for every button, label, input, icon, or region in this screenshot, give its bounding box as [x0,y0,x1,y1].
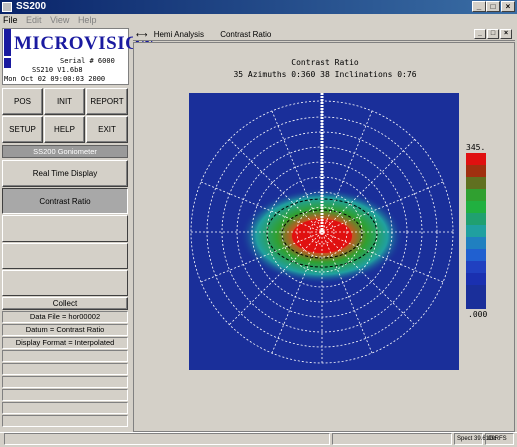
menu-view[interactable]: View [47,14,72,27]
colorbar-max-label: 345. [466,143,486,152]
menu-file[interactable]: File [0,14,21,27]
maximize-button[interactable]: □ [486,1,500,12]
pos-button[interactable]: POS [2,88,43,115]
collect-button[interactable]: Collect [2,297,128,310]
empty-slot [2,243,128,269]
child-close-button[interactable]: × [500,29,512,39]
colorbar-min-label: .000 [468,310,488,319]
heatmap-core [292,219,352,253]
menu-edit[interactable]: Edit [23,14,45,27]
logo-mark-small [4,58,11,68]
status-cell-main [4,433,330,445]
metric-title: Contrast Ratio [220,30,272,39]
chart-title: Contrast Ratio [291,58,359,67]
report-button[interactable]: REPORT [86,88,128,115]
display-format-label: Display Format = Interpolated [2,337,128,349]
extra-status: 09RFS [485,433,514,445]
date-text: Mon Oct 02 09:00:03 2000 [4,75,106,83]
child-window-titlebar: ⟷ Hemi Analysis Contrast Ratio [133,28,515,41]
chart-subtitle: 35 Azimuths 0:360 38 Inclinations 0:76 [233,70,417,79]
spect-status: Spect 39.61Dc [454,433,496,445]
child-maximize-button[interactable]: □ [487,29,499,39]
polar-heatmap [189,93,486,370]
close-button[interactable]: × [501,1,515,12]
child-window-icon: ⟷ [136,30,148,39]
help-button[interactable]: HELP [44,116,85,143]
analysis-title: Hemi Analysis [153,30,204,39]
empty-slot [2,215,128,242]
version-text: SS210 V1.6b8 [32,66,83,74]
real-time-display-button[interactable]: Real Time Display [2,160,128,187]
empty-field [2,389,128,401]
colorbar [466,153,486,309]
serial-number: Serial # 6000 [60,57,115,65]
data-file-label: Data File = hor00002 [2,311,128,323]
goniometer-section-title: SS200 Goniometer [2,145,128,158]
contrast-ratio-button[interactable]: Contrast Ratio [2,188,128,214]
menu-help[interactable]: Help [75,14,100,27]
datum-label: Datum = Contrast Ratio [2,324,128,336]
init-button[interactable]: INIT [44,88,85,115]
menu-bar: File Edit View Help [0,14,517,27]
empty-field [2,415,128,427]
empty-field [2,402,128,414]
child-minimize-button[interactable]: _ [474,29,486,39]
status-cell-empty [332,433,452,445]
minimize-button[interactable]: _ [472,1,486,12]
exit-button[interactable]: EXIT [86,116,128,143]
logo-mark [4,29,11,56]
empty-field [2,376,128,388]
app-icon[interactable] [2,2,12,12]
empty-field [2,350,128,362]
app-titlebar: SS200 [0,0,517,14]
empty-slot [2,270,128,296]
setup-button[interactable]: SETUP [2,116,43,143]
empty-field [2,363,128,375]
